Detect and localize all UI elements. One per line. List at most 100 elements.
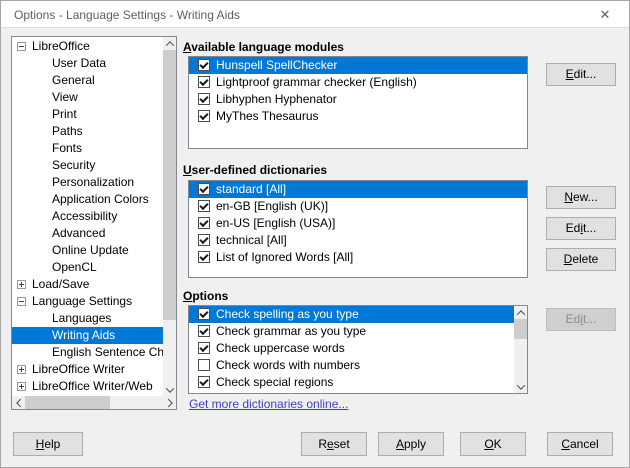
close-icon: ✕ xyxy=(599,7,611,22)
tree-item-application-colors[interactable]: Application Colors xyxy=(12,191,163,208)
edit-dictionary-button[interactable]: Edit... xyxy=(546,217,616,240)
help-button[interactable]: Help xyxy=(13,432,83,456)
new-dictionary-button[interactable]: New... xyxy=(546,186,616,209)
list-item-label: en-GB [English (UK)] xyxy=(216,199,329,213)
tree-item-label: Advanced xyxy=(52,226,106,240)
tree-item-label: LibreOffice xyxy=(32,39,90,53)
scroll-left-button[interactable] xyxy=(12,396,25,409)
list-item-check-words-with-numbers[interactable]: Check words with numbers xyxy=(189,357,514,374)
list-item-label: Check grammar as you type xyxy=(216,324,367,338)
options-section-label: Options xyxy=(183,289,229,303)
list-item-en-gb-english-uk[interactable]: en-GB [English (UK)] xyxy=(189,198,527,215)
scroll-right-button[interactable] xyxy=(163,396,176,409)
tree-item-accessibility[interactable]: Accessibility xyxy=(12,208,163,225)
chevron-down-icon xyxy=(165,383,174,393)
tree-item-paths[interactable]: Paths xyxy=(12,123,163,140)
checkbox[interactable] xyxy=(198,308,210,320)
list-item-libhyphen-hyphenator[interactable]: Libhyphen Hyphenator xyxy=(189,91,527,108)
tree-item-libreoffice[interactable]: LibreOffice xyxy=(12,38,163,55)
scrollbar-thumb[interactable] xyxy=(514,319,527,339)
list-item-lightproof-grammar-checker-english[interactable]: Lightproof grammar checker (English) xyxy=(189,74,527,91)
tree-item-fonts[interactable]: Fonts xyxy=(12,140,163,157)
tree-item-label: User Data xyxy=(52,56,107,70)
tree-item-security[interactable]: Security xyxy=(12,157,163,174)
scrollbar-thumb[interactable] xyxy=(163,50,176,320)
list-item-check-grammar-as-you-type[interactable]: Check grammar as you type xyxy=(189,323,514,340)
tree-item-view[interactable]: View xyxy=(12,89,163,106)
list-item-label: Check uppercase words xyxy=(216,341,345,355)
delete-dictionary-button[interactable]: Delete xyxy=(546,248,616,271)
expander-plus-icon[interactable] xyxy=(17,365,26,374)
list-item-label: Lightproof grammar checker (English) xyxy=(216,75,417,89)
tree-item-personalization[interactable]: Personalization xyxy=(12,174,163,191)
get-more-dictionaries-link[interactable]: Get more dictionaries online... xyxy=(189,397,348,411)
dictionaries-section-label: User-defined dictionaries xyxy=(183,163,328,177)
cancel-button[interactable]: Cancel xyxy=(547,432,613,456)
tree-horizontal-scrollbar[interactable] xyxy=(12,396,176,409)
tree-item-libreoffice-writer[interactable]: LibreOffice Writer xyxy=(12,361,163,378)
tree-item-libreoffice-writer-web[interactable]: LibreOffice Writer/Web xyxy=(12,378,163,395)
tree-item-label: LibreOffice Writer/Web xyxy=(32,379,153,393)
modules-section-label: Available language modules xyxy=(183,40,344,54)
list-item-check-special-regions[interactable]: Check special regions xyxy=(189,374,514,391)
scrollbar-thumb[interactable] xyxy=(25,396,110,409)
tree-item-language-settings[interactable]: Language Settings xyxy=(12,293,163,310)
tree-item-print[interactable]: Print xyxy=(12,106,163,123)
tree-item-general[interactable]: General xyxy=(12,72,163,89)
chevron-right-icon xyxy=(163,398,173,407)
checkbox[interactable] xyxy=(198,93,210,105)
checkbox[interactable] xyxy=(198,376,210,388)
checkbox[interactable] xyxy=(198,342,210,354)
checkbox[interactable] xyxy=(198,76,210,88)
checkbox[interactable] xyxy=(198,59,210,71)
apply-button[interactable]: Apply xyxy=(378,432,444,456)
ok-button[interactable]: OK xyxy=(460,432,526,456)
checkbox[interactable] xyxy=(198,200,210,212)
list-item-mythes-thesaurus[interactable]: MyThes Thesaurus xyxy=(189,108,527,125)
language-modules-list: Hunspell SpellChecker Lightproof grammar … xyxy=(188,56,528,149)
chevron-down-icon xyxy=(516,380,525,390)
checkbox[interactable] xyxy=(198,183,210,195)
tree-vertical-scrollbar[interactable] xyxy=(163,37,176,396)
close-button[interactable]: ✕ xyxy=(589,3,621,26)
list-item-hunspell-spellchecker[interactable]: Hunspell SpellChecker xyxy=(189,57,527,74)
tree-item-load-save[interactable]: Load/Save xyxy=(12,276,163,293)
scroll-down-button[interactable] xyxy=(514,380,527,393)
tree-item-user-data[interactable]: User Data xyxy=(12,55,163,72)
tree-item-advanced[interactable]: Advanced xyxy=(12,225,163,242)
options-vertical-scrollbar[interactable] xyxy=(514,306,527,393)
tree-item-label: LibreOffice Writer xyxy=(32,362,125,376)
tree-item-online-update[interactable]: Online Update xyxy=(12,242,163,259)
checkbox[interactable] xyxy=(198,359,210,371)
scroll-down-button[interactable] xyxy=(163,383,176,396)
list-item-technical-all[interactable]: technical [All] xyxy=(189,232,527,249)
list-item-label: Check words with numbers xyxy=(216,358,361,372)
list-item-check-spelling-as-you-type[interactable]: Check spelling as you type xyxy=(189,306,514,323)
list-item-check-uppercase-words[interactable]: Check uppercase words xyxy=(189,340,514,357)
tree-item-label: Paths xyxy=(52,124,83,138)
checkbox[interactable] xyxy=(198,251,210,263)
list-item-standard-all[interactable]: standard [All] xyxy=(189,181,527,198)
list-item-en-us-english-usa[interactable]: en-US [English (USA)] xyxy=(189,215,527,232)
expander-minus-icon[interactable] xyxy=(17,42,26,51)
scroll-up-button[interactable] xyxy=(514,306,527,319)
tree-item-label: Load/Save xyxy=(32,277,90,291)
checkbox[interactable] xyxy=(198,325,210,337)
tree-item-languages[interactable]: Languages xyxy=(12,310,163,327)
tree-item-english-sentence-chec[interactable]: English Sentence Chec xyxy=(12,344,163,361)
list-item-label: technical [All] xyxy=(216,233,287,247)
tree-item-opencl[interactable]: OpenCL xyxy=(12,259,163,276)
chevron-up-icon xyxy=(516,309,525,319)
checkbox[interactable] xyxy=(198,217,210,229)
expander-minus-icon[interactable] xyxy=(17,297,26,306)
checkbox[interactable] xyxy=(198,234,210,246)
list-item-list-of-ignored-words-all[interactable]: List of Ignored Words [All] xyxy=(189,249,527,266)
checkbox[interactable] xyxy=(198,110,210,122)
scroll-up-button[interactable] xyxy=(163,37,176,50)
tree-item-writing-aids[interactable]: Writing Aids xyxy=(12,327,163,344)
expander-plus-icon[interactable] xyxy=(17,382,26,391)
expander-plus-icon[interactable] xyxy=(17,280,26,289)
edit-modules-button[interactable]: Edit... xyxy=(546,63,616,86)
reset-button[interactable]: Reset xyxy=(301,432,367,456)
tree-item-label: Accessibility xyxy=(52,209,118,223)
